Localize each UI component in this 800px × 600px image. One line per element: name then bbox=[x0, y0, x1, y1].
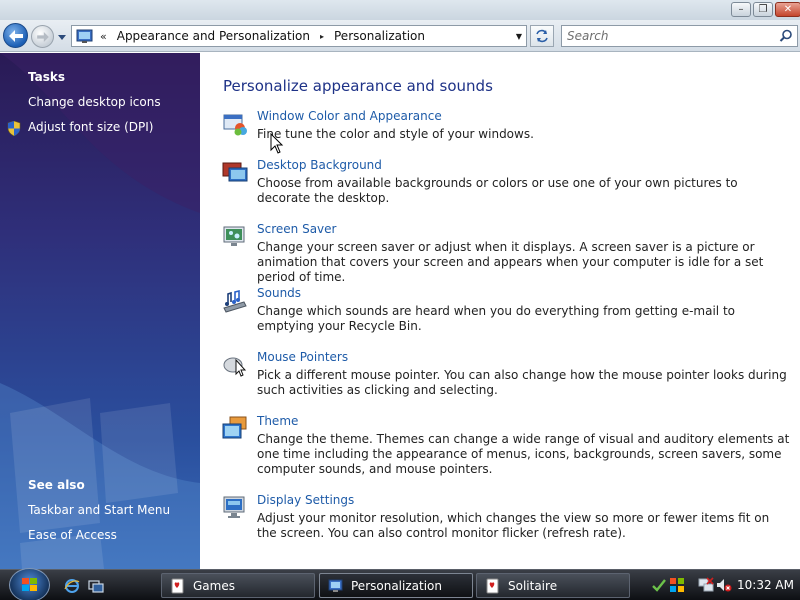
adjust-font-size-link[interactable]: Adjust font size (DPI) bbox=[28, 120, 153, 134]
windows-logo-icon bbox=[22, 578, 37, 591]
window-color-description: Fine tune the color and style of your wi… bbox=[257, 127, 534, 141]
navigation-bar: « Appearance and Personalization ▸ Perso… bbox=[0, 20, 800, 52]
taskbar-personalization-button[interactable]: Personalization bbox=[319, 573, 473, 598]
close-button[interactable]: ✕ bbox=[775, 2, 800, 17]
breadcrumb-overflow[interactable]: « bbox=[100, 30, 107, 43]
breadcrumb-personalization[interactable]: Personalization bbox=[334, 29, 425, 43]
see-also-heading: See also bbox=[28, 478, 85, 492]
address-bar[interactable]: « Appearance and Personalization ▸ Perso… bbox=[71, 25, 527, 47]
tasks-heading: Tasks bbox=[28, 70, 66, 84]
theme-link[interactable]: Theme bbox=[257, 414, 298, 428]
display-icon bbox=[223, 496, 245, 518]
page-title: Personalize appearance and sounds bbox=[223, 77, 493, 95]
forward-arrow-icon bbox=[36, 31, 49, 42]
back-arrow-icon bbox=[8, 29, 23, 42]
recent-pages-dropdown[interactable] bbox=[57, 32, 67, 42]
item-display-settings: Display Settings Adjust your monitor res… bbox=[222, 493, 794, 549]
theme-icon bbox=[222, 416, 247, 439]
sounds-description: Change which sounds are heard when you d… bbox=[257, 304, 735, 333]
notification-area: 10:32 AM bbox=[643, 573, 797, 598]
task-pane: Tasks Change desktop icons Adjust font s… bbox=[0, 53, 200, 569]
uac-shield-icon bbox=[7, 121, 21, 136]
desktop-background-link[interactable]: Desktop Background bbox=[257, 158, 382, 172]
taskbar-start-menu-link[interactable]: Taskbar and Start Menu bbox=[28, 503, 170, 517]
change-desktop-icons-link[interactable]: Change desktop icons bbox=[28, 95, 161, 109]
search-icon[interactable] bbox=[779, 29, 793, 43]
theme-description: Change the theme. Themes can change a wi… bbox=[257, 432, 790, 476]
forward-button[interactable] bbox=[31, 25, 54, 48]
security-center-icon[interactable] bbox=[669, 577, 685, 593]
screen-saver-description: Change your screen saver or adjust when … bbox=[257, 240, 764, 284]
mouse-pointers-link[interactable]: Mouse Pointers bbox=[257, 350, 348, 364]
desktop-background-description: Choose from available backgrounds or col… bbox=[257, 176, 738, 205]
taskbar-games-label: Games bbox=[193, 578, 235, 593]
back-button[interactable] bbox=[3, 23, 28, 48]
breadcrumb-appearance[interactable]: Appearance and Personalization bbox=[117, 29, 310, 43]
window-color-icon bbox=[223, 114, 247, 136]
item-mouse-pointers: Mouse Pointers Pick a different mouse po… bbox=[222, 350, 794, 406]
maximize-button[interactable]: ❐ bbox=[753, 2, 773, 17]
taskbar-games-button[interactable]: Games bbox=[161, 573, 315, 598]
start-button[interactable] bbox=[9, 568, 50, 600]
refresh-icon bbox=[536, 29, 548, 43]
personalization-icon bbox=[328, 579, 343, 592]
screen-saver-link[interactable]: Screen Saver bbox=[257, 222, 336, 236]
mouse-cursor-icon bbox=[270, 133, 284, 154]
item-sounds: Sounds Change which sounds are heard whe… bbox=[222, 286, 794, 342]
close-icon: ✕ bbox=[783, 3, 793, 15]
window-color-link[interactable]: Window Color and Appearance bbox=[257, 109, 442, 123]
sounds-link[interactable]: Sounds bbox=[257, 286, 301, 300]
item-window-color: Window Color and Appearance Fine tune th… bbox=[222, 109, 794, 149]
control-panel-icon bbox=[76, 29, 93, 43]
taskbar: Games Personalization Solitaire 10:32 AM bbox=[0, 568, 800, 600]
show-desktop-icon[interactable] bbox=[88, 578, 104, 594]
taskbar-solitaire-button[interactable]: Solitaire bbox=[476, 573, 630, 598]
mouse-pointers-description: Pick a different mouse pointer. You can … bbox=[257, 368, 787, 397]
refresh-button[interactable] bbox=[530, 25, 554, 47]
ease-of-access-link[interactable]: Ease of Access bbox=[28, 528, 117, 542]
item-screen-saver: Screen Saver Change your screen saver or… bbox=[222, 222, 794, 284]
maximize-icon: ❐ bbox=[758, 3, 768, 15]
internet-explorer-icon[interactable] bbox=[64, 578, 80, 594]
minimize-icon: – bbox=[738, 3, 744, 15]
minimize-button[interactable]: – bbox=[731, 2, 751, 17]
clock[interactable]: 10:32 AM bbox=[737, 578, 794, 592]
item-theme: Theme Change the theme. Themes can chang… bbox=[222, 414, 794, 486]
windows-update-icon[interactable] bbox=[651, 577, 667, 593]
taskbar-personalization-label: Personalization bbox=[351, 578, 442, 593]
main-content: Personalize appearance and sounds Window… bbox=[200, 53, 800, 569]
search-box[interactable] bbox=[561, 25, 798, 47]
item-desktop-background: Desktop Background Choose from available… bbox=[222, 158, 794, 214]
network-icon[interactable] bbox=[698, 577, 714, 593]
sounds-icon bbox=[223, 289, 247, 313]
mouse-icon bbox=[223, 357, 247, 377]
address-dropdown-icon[interactable]: ▼ bbox=[516, 32, 522, 41]
breadcrumb-separator-icon[interactable]: ▸ bbox=[320, 32, 324, 41]
screen-saver-icon bbox=[223, 226, 245, 246]
desktop-background-icon bbox=[222, 162, 248, 182]
volume-muted-icon[interactable] bbox=[716, 577, 732, 593]
title-bar: – ❐ ✕ bbox=[0, 0, 800, 20]
display-settings-description: Adjust your monitor resolution, which ch… bbox=[257, 511, 770, 540]
solitaire-icon bbox=[486, 578, 499, 593]
search-input[interactable] bbox=[562, 26, 762, 46]
taskbar-solitaire-label: Solitaire bbox=[508, 578, 558, 593]
display-settings-link[interactable]: Display Settings bbox=[257, 493, 354, 507]
chevron-down-icon bbox=[58, 34, 66, 40]
games-icon bbox=[171, 578, 184, 593]
